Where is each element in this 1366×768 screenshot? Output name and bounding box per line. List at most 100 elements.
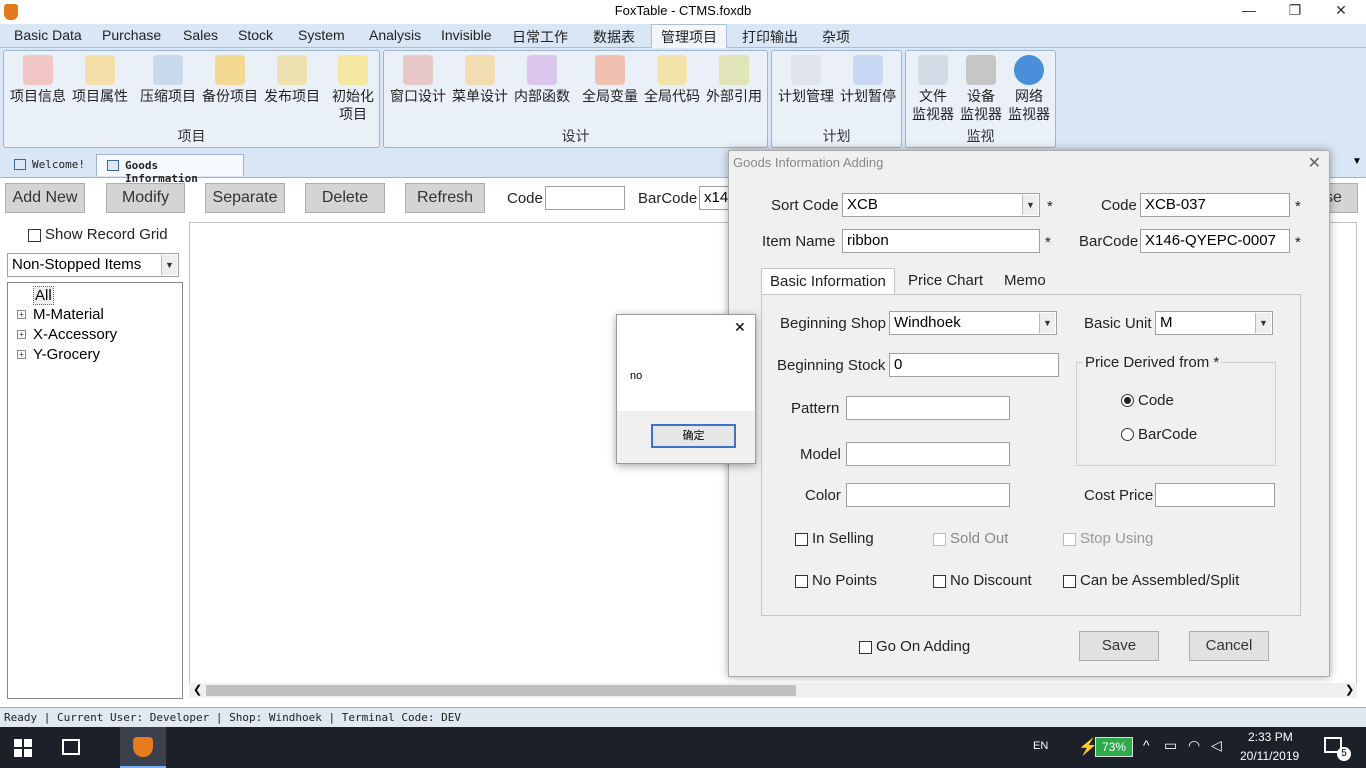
menu-daily-work[interactable]: 日常工作 [512, 27, 568, 47]
ribbon-internal-functions-button[interactable]: 内部函数 [511, 55, 573, 105]
restore-button[interactable]: ❐ [1272, 2, 1318, 22]
menu-purchase[interactable]: Purchase [102, 27, 161, 43]
no-points-checkbox[interactable] [795, 575, 808, 588]
message-text: no [630, 370, 643, 382]
expand-icon[interactable]: + [17, 350, 26, 359]
beginning-shop-select[interactable]: Windhoek ▼ [889, 311, 1057, 335]
expand-icon[interactable]: + [17, 330, 26, 339]
clock-date[interactable]: 20/11/2019 [1240, 749, 1299, 763]
foxtable-taskbar-button[interactable] [120, 727, 166, 768]
horizontal-scrollbar[interactable]: ❮ ❯ [189, 683, 1357, 698]
ok-button[interactable]: 确定 [651, 424, 736, 448]
ribbon-global-variables-button[interactable]: 全局变量 [579, 55, 641, 105]
sold-out-checkbox[interactable] [933, 533, 946, 546]
tab-basic-information[interactable]: Basic Information [761, 268, 895, 296]
menu-sales[interactable]: Sales [183, 27, 218, 43]
wifi-icon[interactable]: ◠ [1188, 737, 1200, 754]
ribbon-external-references-button[interactable]: 外部引用 [703, 55, 765, 105]
model-input[interactable] [846, 442, 1010, 466]
ribbon-compress-project-button[interactable]: 压缩项目 [137, 55, 199, 105]
menu-data-table[interactable]: 数据表 [593, 27, 635, 47]
stop-using-checkbox[interactable] [1063, 533, 1076, 546]
cost-price-input[interactable] [1155, 483, 1275, 507]
ribbon-project-properties-button[interactable]: 项目属性 [69, 55, 131, 105]
modify-button[interactable]: Modify [106, 183, 185, 213]
menu-misc[interactable]: 杂项 [822, 27, 850, 47]
ribbon-init-project-button[interactable]: 初始化 项目 [327, 55, 379, 123]
clock-time[interactable]: 2:33 PM [1248, 730, 1293, 744]
message-box-close-button[interactable]: ✕ [734, 319, 746, 336]
minimize-button[interactable]: — [1226, 2, 1272, 22]
code-filter-input[interactable] [545, 186, 625, 210]
battery-icon[interactable]: ▭ [1164, 737, 1177, 754]
tab-dropdown-icon[interactable]: ▼ [1352, 156, 1362, 167]
save-button[interactable]: Save [1079, 631, 1159, 661]
menu-basic-data[interactable]: Basic Data [14, 27, 82, 43]
ribbon-file-monitor-button[interactable]: 文件 监视器 [909, 55, 957, 123]
radio-barcode[interactable] [1121, 428, 1134, 441]
ribbon-network-monitor-button[interactable]: 网络 监视器 [1005, 55, 1053, 123]
category-tree[interactable]: All + M-Material + X-Accessory + Y-Groce… [7, 282, 183, 699]
windows-start-icon[interactable] [14, 739, 32, 757]
beginning-stock-input[interactable]: 0 [889, 353, 1059, 377]
ribbon-window-design-button[interactable]: 窗口设计 [387, 55, 449, 105]
ribbon-publish-project-button[interactable]: 发布项目 [261, 55, 323, 105]
window-icon [403, 55, 433, 85]
basic-unit-select[interactable]: M ▼ [1155, 311, 1273, 335]
radio-code[interactable] [1121, 394, 1134, 407]
ribbon-plan-management-button[interactable]: 计划管理 [775, 55, 837, 105]
chevron-up-icon[interactable]: ^ [1143, 737, 1150, 753]
tab-goods-information[interactable]: Goods Information [96, 154, 244, 185]
dialog-close-button[interactable]: ✕ [1308, 153, 1321, 173]
menu-system[interactable]: System [298, 27, 345, 43]
delete-button[interactable]: Delete [305, 183, 385, 213]
ribbon-global-code-button[interactable]: 全局代码 [641, 55, 703, 105]
no-discount-checkbox[interactable] [933, 575, 946, 588]
ribbon-device-monitor-button[interactable]: 设备 监视器 [957, 55, 1005, 123]
tree-item-x-accessory[interactable]: X-Accessory [33, 326, 117, 343]
cancel-button[interactable]: Cancel [1189, 631, 1269, 661]
ribbon-menu-design-button[interactable]: 菜单设计 [449, 55, 511, 105]
tree-item-m-material[interactable]: M-Material [33, 306, 104, 323]
code-icon [657, 55, 687, 85]
language-indicator[interactable]: EN [1033, 740, 1048, 752]
ribbon-project-info-button[interactable]: 项目信息 [7, 55, 69, 105]
scroll-left-icon[interactable]: ❮ [193, 683, 202, 696]
cost-price-label: Cost Price [1084, 487, 1154, 504]
tab-welcome[interactable]: Welcome! [4, 154, 91, 176]
tab-memo[interactable]: Memo [996, 268, 1054, 295]
can-be-assembled-checkbox[interactable] [1063, 575, 1076, 588]
battery-indicator[interactable]: 73% [1095, 737, 1133, 757]
in-selling-checkbox[interactable] [795, 533, 808, 546]
item-filter-select[interactable]: Non-Stopped Items ▼ [7, 253, 179, 277]
volume-icon[interactable]: ◁ [1211, 737, 1222, 754]
sort-code-select[interactable]: XCB ▼ [842, 193, 1040, 217]
ribbon-group-label: 计划 [822, 128, 851, 144]
menu-invisible[interactable]: Invisible [441, 27, 492, 43]
show-record-grid-checkbox[interactable] [28, 229, 41, 242]
item-name-input[interactable]: ribbon [842, 229, 1040, 253]
menu-print-output[interactable]: 打印输出 [742, 27, 798, 47]
tab-price-chart[interactable]: Price Chart [900, 268, 991, 295]
menu-manage-project[interactable]: 管理项目 [661, 27, 717, 47]
no-discount-label: No Discount [950, 572, 1032, 589]
pattern-input[interactable] [846, 396, 1010, 420]
barcode-input[interactable]: X146-QYEPC-0007 [1140, 229, 1290, 253]
task-view-icon[interactable] [62, 739, 80, 755]
add-new-button[interactable]: Add New [5, 183, 85, 213]
expand-icon[interactable]: + [17, 310, 26, 319]
scrollbar-thumb[interactable] [206, 685, 796, 696]
ribbon-backup-project-button[interactable]: 备份项目 [199, 55, 261, 105]
refresh-button[interactable]: Refresh [405, 183, 485, 213]
menu-stock[interactable]: Stock [238, 27, 273, 43]
ribbon-plan-pause-button[interactable]: 计划暂停 [837, 55, 899, 105]
close-button[interactable]: ✕ [1318, 2, 1364, 22]
code-input[interactable]: XCB-037 [1140, 193, 1290, 217]
scroll-right-icon[interactable]: ❯ [1345, 683, 1354, 696]
menu-analysis[interactable]: Analysis [369, 27, 421, 43]
color-input[interactable] [846, 483, 1010, 507]
tree-item-y-grocery[interactable]: Y-Grocery [33, 346, 100, 363]
go-on-adding-checkbox[interactable] [859, 641, 872, 654]
tree-item-all[interactable]: All [33, 286, 54, 305]
separate-button[interactable]: Separate [205, 183, 285, 213]
